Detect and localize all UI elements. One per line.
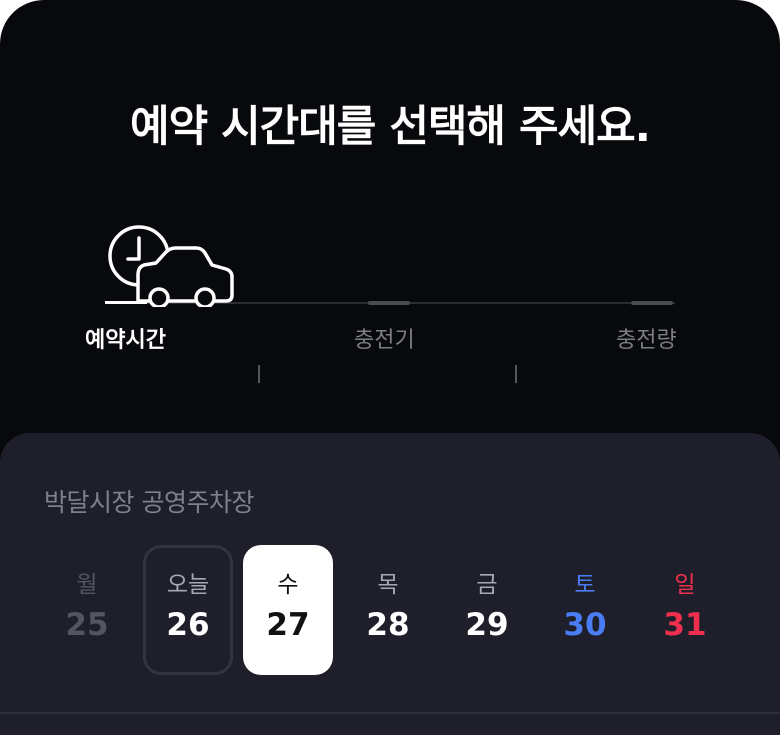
day-name: 일 <box>674 572 696 598</box>
day-number: 30 <box>563 607 607 643</box>
progress-stepper: 예약시간 충전기 충전량 <box>0 215 780 395</box>
reservation-screen: 예약 시간대를 선택해 주세요. 예약시간 충전기 충전량 박달시장 공영주차장… <box>0 0 780 735</box>
day-sun-31[interactable]: 일 31 <box>640 545 730 675</box>
divider <box>0 712 780 714</box>
day-name: 수 <box>277 572 299 598</box>
step-label-charge-amount[interactable]: 충전량 <box>616 322 677 354</box>
day-number: 25 <box>65 607 109 643</box>
day-thu-28[interactable]: 목 28 <box>343 545 433 675</box>
scroll-tick <box>258 365 260 383</box>
day-selector: 월 25 오늘 26 수 27 목 28 금 29 토 30 일 31 <box>0 545 780 675</box>
day-name: 오늘 <box>166 572 210 598</box>
step-marker-amount <box>631 301 673 305</box>
day-name: 토 <box>574 572 596 598</box>
step-label-reservation-time[interactable]: 예약시간 <box>85 322 166 354</box>
day-mon-25[interactable]: 월 25 <box>42 545 132 675</box>
step-label-charger[interactable]: 충전기 <box>354 322 415 354</box>
parking-lot-name: 박달시장 공영주차장 <box>44 488 254 517</box>
day-number: 28 <box>366 607 410 643</box>
day-number: 27 <box>266 607 310 643</box>
day-number: 26 <box>166 607 210 643</box>
page-title: 예약 시간대를 선택해 주세요. <box>130 102 651 152</box>
day-number: 31 <box>663 607 707 643</box>
day-name: 월 <box>76 572 98 598</box>
day-name: 금 <box>476 572 498 598</box>
day-wed-27[interactable]: 수 27 <box>243 545 333 675</box>
day-fri-29[interactable]: 금 29 <box>442 545 532 675</box>
day-name: 목 <box>377 572 399 598</box>
step-marker-charger <box>368 301 410 305</box>
clock-car-icon <box>108 225 234 307</box>
day-today-26[interactable]: 오늘 26 <box>143 545 233 675</box>
date-picker-sheet: 박달시장 공영주차장 월 25 오늘 26 수 27 목 28 금 29 토 3… <box>0 433 780 735</box>
day-number: 29 <box>465 607 509 643</box>
day-sat-30[interactable]: 토 30 <box>540 545 630 675</box>
scroll-tick <box>515 365 517 383</box>
